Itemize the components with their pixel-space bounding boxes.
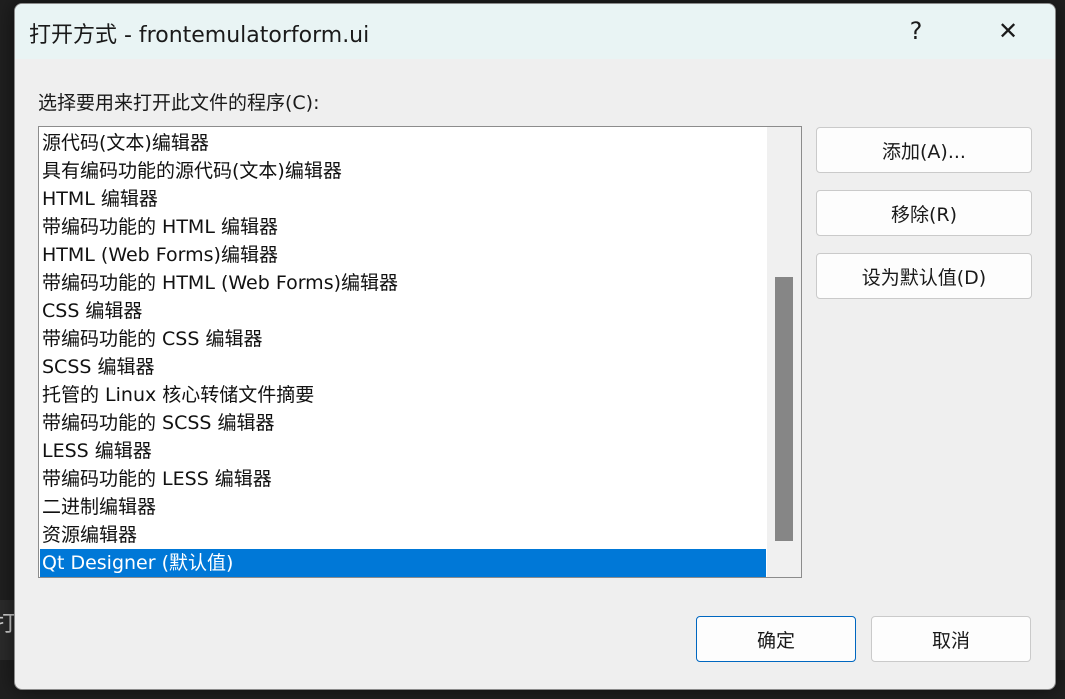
list-item[interactable]: 源代码(文本)编辑器 [40, 129, 766, 157]
list-item[interactable]: HTML (Web Forms)编辑器 [40, 241, 766, 269]
add-button[interactable]: 添加(A)... [816, 127, 1032, 173]
list-item[interactable]: 具有编码功能的源代码(文本)编辑器 [40, 157, 766, 185]
list-item[interactable]: LESS 编辑器 [40, 437, 766, 465]
list-item[interactable]: 带编码功能的 HTML 编辑器 [40, 213, 766, 241]
remove-button[interactable]: 移除(R) [816, 190, 1032, 236]
list-item[interactable]: HTML 编辑器 [40, 185, 766, 213]
list-scrollbar[interactable] [767, 127, 801, 577]
scrollbar-thumb[interactable] [775, 277, 793, 541]
list-item[interactable]: 托管的 Linux 核心转储文件摘要 [40, 381, 766, 409]
list-item[interactable]: 二进制编辑器 [40, 493, 766, 521]
list-item[interactable]: 带编码功能的 SCSS 编辑器 [40, 409, 766, 437]
set-default-button[interactable]: 设为默认值(D) [816, 253, 1032, 299]
list-item[interactable]: 带编码功能的 CSS 编辑器 [40, 325, 766, 353]
program-list[interactable]: 源代码(文本)编辑器 具有编码功能的源代码(文本)编辑器 HTML 编辑器 带编码功能… [38, 126, 802, 578]
list-item[interactable]: 带编码功能的 LESS 编辑器 [40, 465, 766, 493]
close-icon[interactable]: ✕ [985, 8, 1031, 54]
title-bar: 打开方式 - frontemulatorform.ui ? ✕ [15, 4, 1055, 59]
cancel-button[interactable]: 取消 [871, 616, 1031, 662]
list-item[interactable]: 资源编辑器 [40, 521, 766, 549]
dialog-title: 打开方式 - frontemulatorform.ui [29, 23, 370, 48]
program-list-label: 选择要用来打开此文件的程序(C): [38, 92, 320, 114]
program-list-items: 源代码(文本)编辑器 具有编码功能的源代码(文本)编辑器 HTML 编辑器 带编码功能… [40, 129, 766, 577]
ok-button[interactable]: 确定 [696, 616, 856, 662]
list-item[interactable]: Qt Designer (默认值) [40, 549, 766, 577]
help-icon[interactable]: ? [893, 8, 939, 54]
list-item[interactable]: CSS 编辑器 [40, 297, 766, 325]
list-item[interactable]: SCSS 编辑器 [40, 353, 766, 381]
open-with-dialog: 打开方式 - frontemulatorform.ui ? ✕ 选择要用来打开此… [14, 3, 1056, 690]
list-item[interactable]: 带编码功能的 HTML (Web Forms)编辑器 [40, 269, 766, 297]
